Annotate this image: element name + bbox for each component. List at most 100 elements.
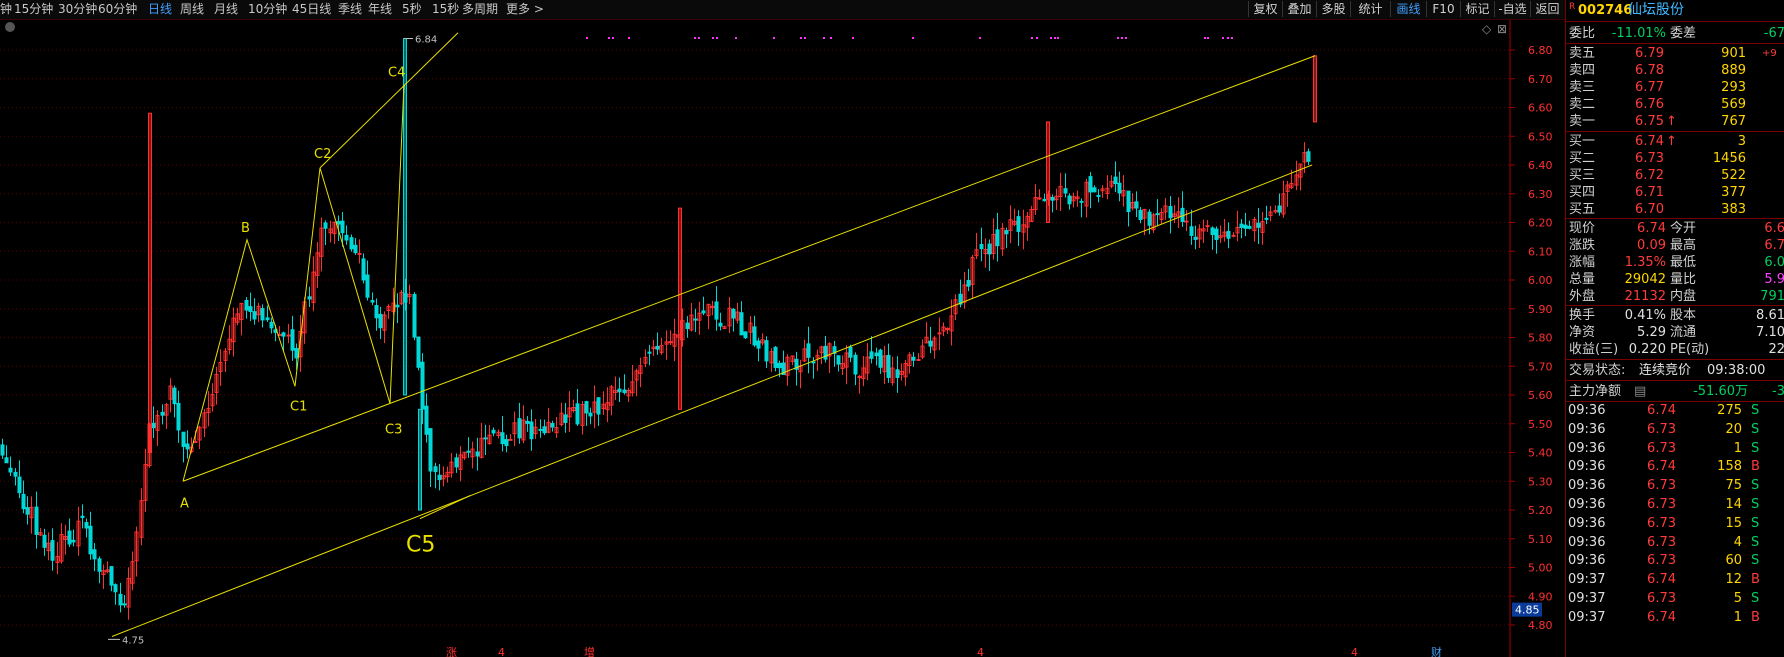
candle-body [1189,226,1194,236]
kline-chart[interactable]: 6.80 6.70 6.60 6.50 6.40 6.30 6.20 6.10 6.00 5.90… [0,20,1565,657]
period-tab[interactable]: 日线 [148,2,172,16]
candle-body [323,222,328,229]
toolbar-button[interactable]: 多股 [1316,1,1350,17]
event-marker-label[interactable]: 4 [498,646,505,657]
candle-body [374,305,379,319]
candle-body [122,603,127,606]
period-tab[interactable]: 10分钟 [248,2,287,16]
tick-volume: 12 [1725,572,1742,588]
y-tick-label: 6.20 [1528,217,1553,230]
period-tab[interactable]: 多周期 [462,2,498,16]
candle-body [416,336,421,368]
stat-row: 换手 0.41% 股本 8.61 [1566,307,1784,324]
channel-segment [419,495,471,520]
candle-body [1205,225,1210,228]
period-tab[interactable]: 周线 [180,2,204,16]
toolbar-button[interactable]: -自选 [1494,1,1530,17]
tick-time: 09:36 [1568,515,1606,531]
candle-body [109,566,114,586]
event-marker-label[interactable]: 4 [977,646,984,657]
bid-row: 买五 6.70 383 [1566,201,1784,218]
bid-volume: 1456 [1712,151,1746,166]
list-icon[interactable]: ▤ [1634,382,1646,401]
divider [1566,218,1784,219]
channel-top-line[interactable] [319,32,459,169]
stock-code: 002746 [1578,3,1633,18]
event-marker-label[interactable]: 涨 [446,646,457,657]
tick-side: S [1751,515,1760,531]
ask-price: 6.75 [1635,114,1664,129]
toolbar-button[interactable]: 画线 [1390,1,1426,17]
candle-body [0,444,5,456]
diamond-icon[interactable]: ◇ [1482,22,1492,36]
stat-row: 现价 6.74 今开 6.6 [1566,220,1784,237]
period-tab[interactable]: 更多 > [506,2,544,16]
candle-body [252,311,257,320]
period-tab[interactable]: 60分钟 [98,2,137,16]
candle-body [743,331,748,339]
tick-volume: 5 [1733,591,1742,606]
wave-zigzag[interactable] [182,84,405,482]
event-marker-label[interactable]: 增 [584,645,595,657]
event-dot [608,37,610,39]
bid-price: 6.73 [1635,151,1664,166]
up-arrow-icon: ↑ [1666,114,1677,129]
candle-body [395,304,400,308]
event-dot [586,37,588,39]
candle-body [752,326,757,346]
candle-body [353,244,358,254]
tick-time: 09:36 [1568,497,1606,512]
candle-body [8,467,13,473]
toolbar-button[interactable]: 返回 [1530,1,1564,17]
period-tab[interactable]: 月线 [214,2,238,16]
toolbar-button[interactable]: 叠加 [1282,1,1316,17]
y-tick-label: 6.40 [1528,159,1553,172]
candle-body [1184,220,1189,223]
candle-body [1231,234,1236,237]
candle-body [269,321,274,329]
divider [1566,305,1784,306]
ask-price: 6.77 [1635,80,1664,95]
event-dot [1207,37,1209,39]
candle-body [42,534,47,548]
stat-value: 6.6 [1764,221,1784,236]
event-marker-label[interactable]: 4 [1351,646,1358,657]
toolbar-button[interactable]: 统计 [1350,1,1390,17]
period-tab[interactable]: 15秒 [432,2,459,16]
event-dot [800,37,802,39]
divider [1566,359,1784,360]
period-tab[interactable]: 15分钟 [14,2,53,16]
period-tab[interactable]: 5秒 [402,2,422,16]
event-dot [1054,37,1056,39]
period-tab[interactable]: 45日线 [292,2,331,16]
toolbar-button[interactable]: 标记 [1460,1,1494,17]
period-tab[interactable]: 季线 [338,2,362,16]
ask-price: 6.78 [1635,63,1664,78]
y-tick-label: 6.50 [1528,130,1553,143]
wave-label: A [180,496,189,511]
close-icon[interactable]: ⊠ [1497,22,1507,36]
channel-upper-line[interactable] [182,55,1316,482]
bid-volume: 3 [1737,134,1746,149]
candle-body [1277,205,1282,213]
period-tab[interactable]: 年线 [368,2,392,16]
candle-body [1050,196,1055,201]
period-tab[interactable]: 30分钟 [58,2,97,16]
ask-volume: 767 [1721,114,1746,129]
period-tab[interactable]: 钟 [0,2,12,16]
candle-body [685,322,690,330]
stock-header[interactable]: R 002746 仙坛股份 [1566,1,1784,21]
collapse-icon[interactable] [5,22,15,32]
candle-body [13,471,18,477]
toolbar-button[interactable]: F10 [1426,1,1460,17]
stat-label: 涨跌 [1569,238,1596,253]
tick-price: 6.74 [1647,609,1676,625]
toolbar-button[interactable]: 复权 [1248,1,1282,17]
bid-row: 买一 6.74 ↑ 3 [1566,133,1784,150]
stock-badge: R [1569,2,1576,12]
candle-body [857,375,862,378]
mainflow-row[interactable]: 主力净额 ▤ -51.60万 -3 [1566,382,1784,401]
ask-row: 卖三 6.77 293 [1566,79,1784,96]
divider [1566,380,1784,381]
event-marker-label[interactable]: 财 [1431,645,1442,657]
